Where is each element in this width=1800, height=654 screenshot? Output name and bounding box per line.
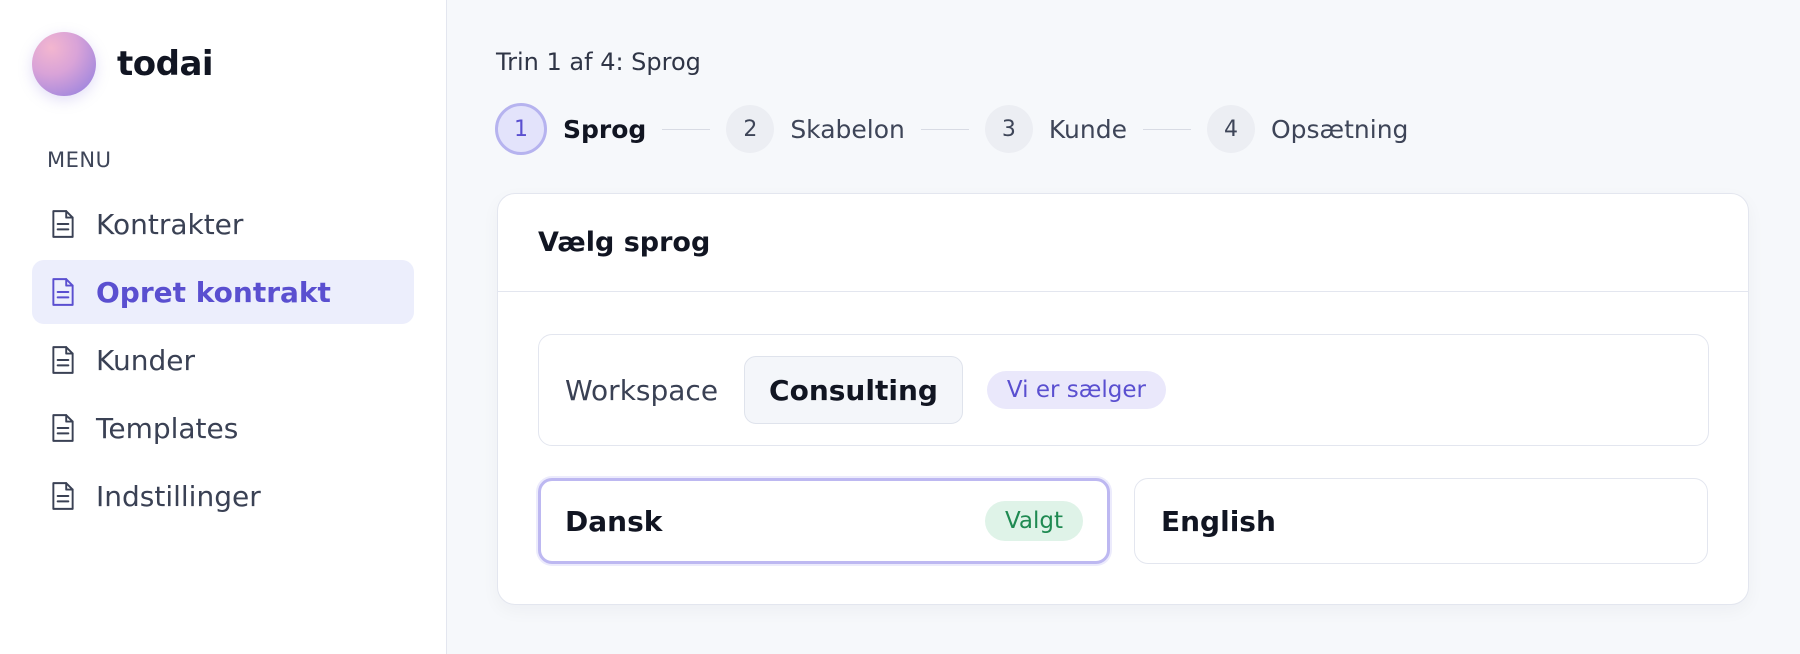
step-divider — [920, 128, 969, 130]
sidebar-item-label: Indstillinger — [96, 479, 261, 513]
sidebar-item-kunder[interactable]: Kunder — [32, 328, 414, 392]
step-divider — [662, 128, 711, 130]
language-label: Dansk — [565, 504, 663, 538]
step-divider — [1142, 128, 1191, 130]
wizard-stepper: 1 Sprog 2 Skabelon 3 Kunde 4 Opsætning — [495, 103, 1408, 155]
step-caption: Trin 1 af 4: Sprog — [496, 48, 701, 76]
step-skabelon[interactable]: 2 Skabelon — [726, 105, 905, 153]
workspace-info: Workspace Consulting Vi er sælger — [538, 334, 1709, 446]
sidebar-item-label: Opret kontrakt — [96, 275, 331, 309]
step-label: Skabelon — [790, 114, 905, 144]
document-icon — [49, 345, 77, 375]
sidebar-item-opret-kontrakt[interactable]: Opret kontrakt — [32, 260, 414, 324]
step-number: 2 — [726, 105, 775, 153]
document-icon — [49, 277, 77, 307]
document-icon — [49, 413, 77, 443]
step-opsaetning[interactable]: 4 Opsætning — [1206, 105, 1409, 153]
step-label: Sprog — [563, 114, 647, 144]
selected-badge: Valgt — [984, 501, 1083, 541]
role-badge: Vi er sælger — [986, 371, 1166, 409]
step-kunde[interactable]: 3 Kunde — [984, 105, 1127, 153]
language-label: English — [1161, 504, 1276, 538]
step-number: 1 — [495, 103, 547, 155]
sidebar-item-indstillinger[interactable]: Indstillinger — [32, 464, 414, 528]
document-icon — [49, 481, 77, 511]
card-title: Vælg sprog — [498, 194, 1748, 292]
step-label: Kunde — [1048, 114, 1127, 144]
language-card: Vælg sprog Workspace Consulting Vi er sæ… — [497, 193, 1749, 605]
brand-logo — [32, 32, 96, 96]
sidebar-item-templates[interactable]: Templates — [32, 396, 414, 460]
menu-heading: MENU — [47, 148, 112, 172]
language-option-dansk[interactable]: Dansk Valgt — [538, 478, 1110, 564]
workspace-value[interactable]: Consulting — [744, 356, 963, 424]
sidebar-item-kontrakter[interactable]: Kontrakter — [32, 192, 414, 256]
step-number: 3 — [984, 105, 1033, 153]
language-option-english[interactable]: English — [1134, 478, 1708, 564]
sidebar-nav: Kontrakter Opret kontrakt Kunder Templat… — [32, 192, 414, 532]
brand[interactable]: todai — [32, 32, 214, 96]
document-icon — [49, 209, 77, 239]
brand-name: todai — [117, 44, 214, 84]
step-number: 4 — [1206, 105, 1255, 153]
workspace-label: Workspace — [565, 373, 719, 407]
sidebar-item-label: Kontrakter — [96, 207, 244, 241]
sidebar-item-label: Kunder — [96, 343, 195, 377]
language-options: Dansk Valgt English — [538, 478, 1708, 564]
step-sprog[interactable]: 1 Sprog — [495, 103, 646, 155]
sidebar: todai MENU Kontrakter Opret kontrakt Kun… — [0, 0, 447, 654]
step-label: Opsætning — [1270, 114, 1409, 144]
main-content: Trin 1 af 4: Sprog 1 Sprog 2 Skabelon 3 … — [447, 0, 1800, 654]
sidebar-item-label: Templates — [96, 411, 239, 445]
